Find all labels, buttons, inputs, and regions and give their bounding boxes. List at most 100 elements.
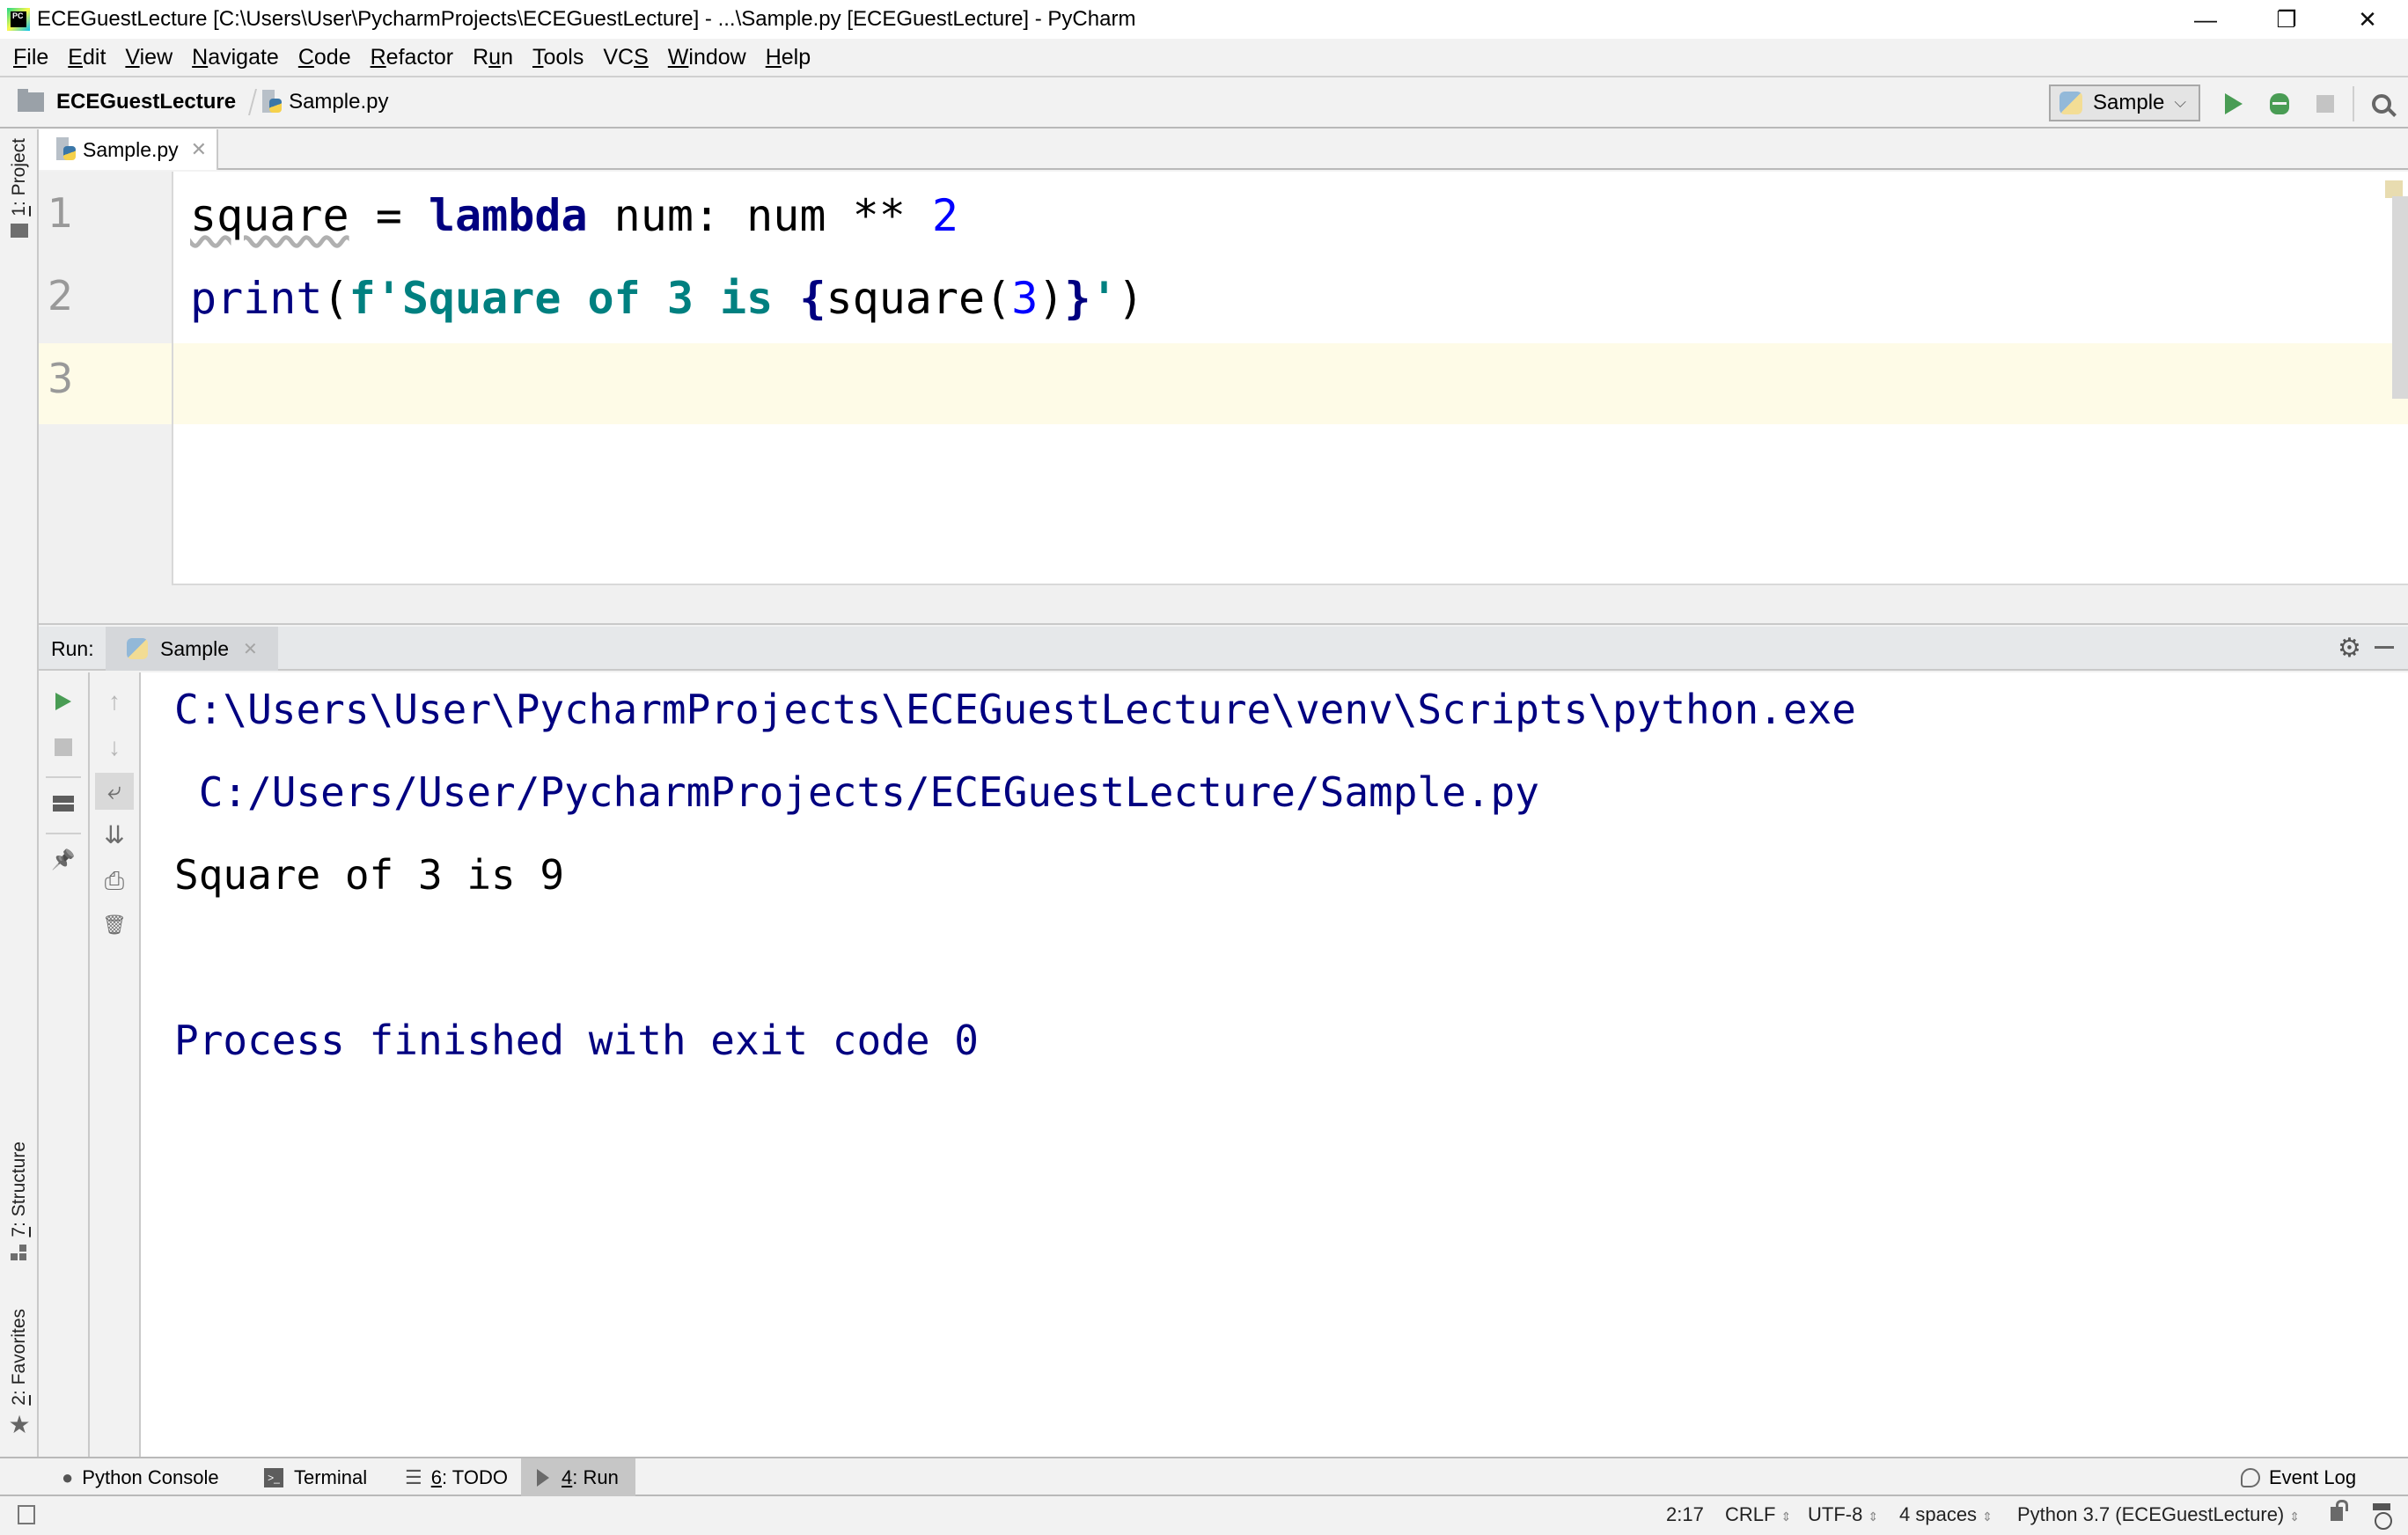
search-everywhere-button[interactable] — [2366, 88, 2397, 120]
terminal-icon: >_ — [264, 1467, 283, 1487]
tool-tab-python-console[interactable]: ● Python Console — [53, 1458, 228, 1496]
print-button[interactable]: ⎙ — [90, 863, 139, 900]
tool-tab-project[interactable]: 1: Project — [0, 138, 39, 238]
python-icon: ● — [62, 1465, 74, 1488]
search-icon — [2372, 94, 2391, 114]
code-editor[interactable]: 1 2 3 square = lambda num: num ** 2 prin… — [39, 172, 2408, 585]
soft-wrap-icon: ⤶ — [107, 777, 121, 804]
line-number: 1 — [48, 189, 74, 237]
run-panel-header: Run: Sample ✕ ⚙ — [39, 627, 2408, 671]
editor-scrollbar[interactable] — [2392, 196, 2408, 399]
menu-tools[interactable]: Tools — [523, 45, 593, 70]
arrow-up-icon: ↑ — [108, 687, 121, 715]
gear-icon[interactable]: ⚙ — [2338, 635, 2361, 662]
indent-selector[interactable]: 4 spaces ⇕ — [1899, 1503, 1993, 1526]
clear-all-button[interactable]: 🗑 — [90, 907, 139, 944]
menu-edit[interactable]: Edit — [58, 45, 115, 70]
unlock-icon[interactable] — [2331, 1500, 2348, 1521]
previous-occurrence-button[interactable]: ↑ — [90, 683, 139, 720]
python-icon — [2059, 92, 2082, 114]
pin-icon: 📌 — [51, 848, 76, 870]
run-toolbar-primary: 📌 — [39, 672, 90, 1457]
toolbar-divider — [2353, 86, 2354, 121]
play-icon — [2225, 93, 2243, 114]
python-file-icon — [56, 137, 76, 162]
run-panel-label: Run: — [51, 637, 94, 660]
splitter[interactable] — [39, 585, 2408, 625]
close-tab-icon[interactable]: ✕ — [243, 638, 258, 660]
interpreter-selector[interactable]: Python 3.7 (ECEGuestLecture) ⇕ — [2017, 1503, 2300, 1526]
folder-icon — [11, 223, 28, 238]
pin-tab-button[interactable]: 📌 — [39, 841, 88, 878]
run-tab-sample[interactable]: Sample ✕ — [106, 627, 278, 671]
inspection-status-marker[interactable] — [2385, 180, 2403, 198]
breadcrumb-project[interactable]: ECEGuestLecture — [56, 90, 236, 114]
tool-tab-event-log[interactable]: Event Log — [2232, 1458, 2365, 1496]
run-configuration-dropdown[interactable]: Sample ⌵ — [2049, 84, 2200, 121]
event-log-icon — [2241, 1467, 2260, 1487]
menu-help[interactable]: Help — [756, 45, 820, 70]
restore-layout-button[interactable] — [39, 785, 88, 822]
chevron-down-icon: ⌵ — [2174, 93, 2186, 111]
status-bar: 2:17 CRLF ⇕ UTF-8 ⇕ 4 spaces ⇕ Python 3.7 (… — [0, 1496, 2408, 1535]
updown-icon: ⇕ — [1868, 1509, 1879, 1524]
scroll-to-end-button[interactable]: ⇊ — [90, 817, 139, 854]
menu-refactor[interactable]: Refactor — [361, 45, 464, 70]
run-icon — [537, 1468, 549, 1487]
console-line-exit: Process finished with exit code 0 — [174, 1017, 979, 1064]
debug-button[interactable] — [2264, 88, 2295, 120]
editor-tab-bar: Sample.py ✕ — [39, 129, 2408, 170]
line-number: 2 — [48, 272, 74, 319]
arrow-down-icon: ↓ — [108, 733, 121, 760]
menu-window[interactable]: Window — [658, 45, 756, 70]
minimize-button[interactable]: — — [2165, 0, 2246, 39]
stop-button[interactable] — [2309, 88, 2341, 120]
star-icon: ★ — [8, 1410, 31, 1438]
tool-tab-structure[interactable]: 7: Structure — [0, 1142, 39, 1262]
left-tool-window-strip: 1: Project 7: Structure 2: Favorites ★ — [0, 129, 39, 1457]
toggle-tool-windows-icon[interactable] — [18, 1505, 35, 1524]
menu-file[interactable]: File — [4, 45, 58, 70]
print-icon: ⎙ — [104, 867, 125, 894]
menu-vcs[interactable]: VCS — [593, 45, 657, 70]
stop-button[interactable] — [39, 729, 88, 766]
title-bar: PC ECEGuestLecture [C:\Users\User\Pychar… — [0, 0, 2408, 39]
hide-panel-icon[interactable] — [2375, 646, 2394, 649]
tool-tab-todo[interactable]: ☰ 6: TODO — [396, 1458, 517, 1496]
soft-wrap-button[interactable]: ⤶ — [95, 773, 134, 810]
run-console-output[interactable]: C:\Users\User\PycharmProjects\ECEGuestLe… — [141, 672, 2408, 1457]
restore-button[interactable]: ❐ — [2246, 0, 2327, 39]
hector-inspector-icon[interactable] — [2371, 1503, 2392, 1530]
scroll-to-end-icon: ⇊ — [104, 821, 125, 848]
caret-position[interactable]: 2:17 — [1666, 1503, 1704, 1526]
list-icon: ☰ — [405, 1465, 422, 1488]
run-button[interactable] — [2218, 88, 2250, 120]
menu-run[interactable]: Run — [463, 45, 523, 70]
menu-navigate[interactable]: Navigate — [182, 45, 289, 70]
console-line-command: C:\Users\User\PycharmProjects\ECEGuestLe… — [174, 686, 1856, 733]
line-separator-selector[interactable]: CRLF ⇕ — [1725, 1503, 1791, 1526]
trash-icon: 🗑 — [102, 914, 127, 936]
run-toolbar-secondary: ↑ ↓ ⤶ ⇊ ⎙ 🗑 — [90, 672, 141, 1457]
menu-code[interactable]: Code — [289, 45, 361, 70]
menu-view[interactable]: View — [115, 45, 182, 70]
python-file-icon — [262, 90, 283, 114]
editor-tab-sample-py[interactable]: Sample.py ✕ — [39, 129, 218, 170]
window-title: ECEGuestLecture [C:\Users\User\PycharmPr… — [37, 7, 1136, 31]
next-occurrence-button[interactable]: ↓ — [90, 729, 139, 766]
layout-icon — [53, 796, 74, 812]
encoding-selector[interactable]: UTF-8 ⇕ — [1808, 1503, 1878, 1526]
breadcrumb-separator — [241, 89, 258, 115]
line-number: 3 — [48, 355, 74, 402]
tool-tab-run[interactable]: 4: Run — [521, 1458, 635, 1496]
breadcrumb-file[interactable]: Sample.py — [289, 90, 388, 114]
close-tab-icon[interactable]: ✕ — [191, 138, 207, 161]
tool-tab-terminal[interactable]: >_ Terminal — [255, 1458, 376, 1496]
tool-tab-favorites[interactable]: 2: Favorites ★ — [0, 1309, 39, 1437]
pycharm-logo-icon: PC — [7, 8, 30, 31]
close-button[interactable]: ✕ — [2327, 0, 2408, 39]
play-icon — [55, 693, 71, 710]
updown-icon: ⇕ — [2289, 1509, 2300, 1524]
toolbar-separator — [46, 833, 81, 834]
rerun-button[interactable] — [39, 683, 88, 720]
